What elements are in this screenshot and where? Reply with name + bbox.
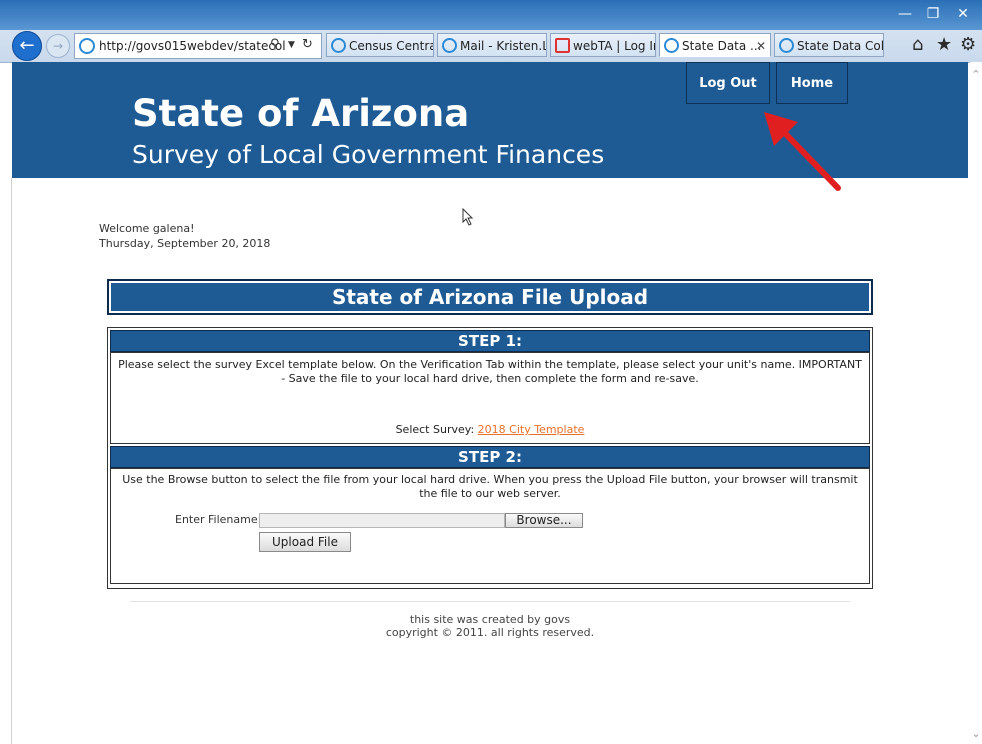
- star-icon[interactable]: ★: [936, 33, 952, 57]
- upload-title-box: State of Arizona File Upload: [107, 279, 873, 315]
- tab-webta[interactable]: webTA | Log In: [550, 33, 656, 57]
- footer-credit: this site was created by govs: [409, 613, 571, 626]
- upload-file-button[interactable]: Upload File: [259, 532, 351, 552]
- page-edge: [11, 178, 12, 744]
- close-tab-icon[interactable]: ✕: [756, 34, 766, 56]
- upload-steps-panel: STEP 1: Please select the survey Excel t…: [107, 327, 873, 589]
- tab-state-data-active[interactable]: State Data ... ✕: [659, 33, 771, 57]
- ie-tab-icon: [331, 38, 346, 53]
- gear-icon[interactable]: ⚙: [960, 33, 976, 57]
- tab-label: webTA | Log In: [573, 39, 656, 53]
- select-survey-label: Select Survey:: [395, 423, 478, 436]
- webta-tab-icon: [555, 38, 570, 53]
- tab-label: Mail - Kristen.L...: [460, 39, 546, 53]
- scroll-down-icon[interactable]: ⌄: [970, 727, 982, 740]
- mouse-cursor-icon: [462, 208, 474, 226]
- title-bar: — ❐ ✕: [0, 0, 982, 30]
- ie-page-icon: [79, 38, 95, 54]
- step1-heading: STEP 1:: [110, 330, 870, 352]
- browser-chrome: — ❐ ✕ ← → http://govs015webdev/statecol …: [0, 0, 982, 63]
- back-arrow-icon[interactable]: ←: [12, 31, 42, 61]
- browser-toolbar-icons: ⌂ ★ ⚙: [910, 33, 982, 57]
- step1-text: Please select the survey Excel template …: [118, 358, 862, 385]
- tab-label: State Data ...: [682, 39, 762, 53]
- annotation-arrow-icon: [764, 112, 841, 191]
- upload-title: State of Arizona File Upload: [111, 283, 869, 311]
- current-date: Thursday, September 20, 2018: [99, 237, 271, 250]
- home-button[interactable]: Home: [776, 62, 848, 104]
- logout-button[interactable]: Log Out: [686, 62, 770, 104]
- footer-copyright: copyright © 2011. all rights reserved.: [385, 626, 595, 639]
- welcome-block: Welcome galena! Thursday, September 20, …: [99, 221, 270, 251]
- site-subtitle: Survey of Local Government Finances: [132, 140, 605, 169]
- step1-body: Please select the survey Excel template …: [110, 352, 870, 444]
- footer: this site was created by govs copyright …: [300, 613, 680, 639]
- step2-heading: STEP 2:: [110, 446, 870, 468]
- filename-input[interactable]: [259, 513, 505, 528]
- ie-tab-icon: [779, 38, 794, 53]
- dropdown-icon[interactable]: ▼: [288, 33, 295, 57]
- browse-button[interactable]: Browse...: [505, 513, 583, 528]
- refresh-icon[interactable]: ↻: [302, 33, 313, 57]
- close-window-icon[interactable]: ✕: [948, 4, 978, 24]
- restore-icon[interactable]: ❐: [918, 4, 948, 24]
- ie-tab-icon: [664, 38, 679, 53]
- step2-text: Use the Browse button to select the file…: [122, 473, 858, 500]
- vertical-scrollbar[interactable]: ⌃ ⌄: [970, 62, 982, 744]
- tab-label: State Data Coll...: [797, 39, 884, 53]
- scroll-up-icon[interactable]: ⌃: [970, 68, 982, 81]
- site-title: State of Arizona: [132, 92, 470, 135]
- step2-body: Use the Browse button to select the file…: [110, 468, 870, 584]
- home-icon[interactable]: ⌂: [912, 33, 923, 57]
- minimize-icon[interactable]: —: [890, 4, 920, 24]
- welcome-text: Welcome galena!: [99, 222, 195, 235]
- tab-label: Census Central: [349, 39, 434, 53]
- footer-divider: [130, 601, 850, 602]
- tab-state-data-collection[interactable]: State Data Coll...: [774, 33, 884, 57]
- forward-arrow-icon[interactable]: →: [46, 34, 70, 58]
- filename-label: Enter Filename:: [175, 513, 262, 526]
- tab-census-central[interactable]: Census Central: [326, 33, 434, 57]
- ie-tab-icon: [442, 38, 457, 53]
- address-tools: ⚲ ▼ ↻: [262, 33, 320, 57]
- survey-template-link[interactable]: 2018 City Template: [478, 423, 585, 436]
- search-icon[interactable]: ⚲: [270, 33, 280, 57]
- address-url: http://govs015webdev/statecol: [99, 39, 286, 53]
- tab-mail[interactable]: Mail - Kristen.L...: [437, 33, 547, 57]
- select-survey-row: Select Survey: 2018 City Template: [111, 423, 869, 437]
